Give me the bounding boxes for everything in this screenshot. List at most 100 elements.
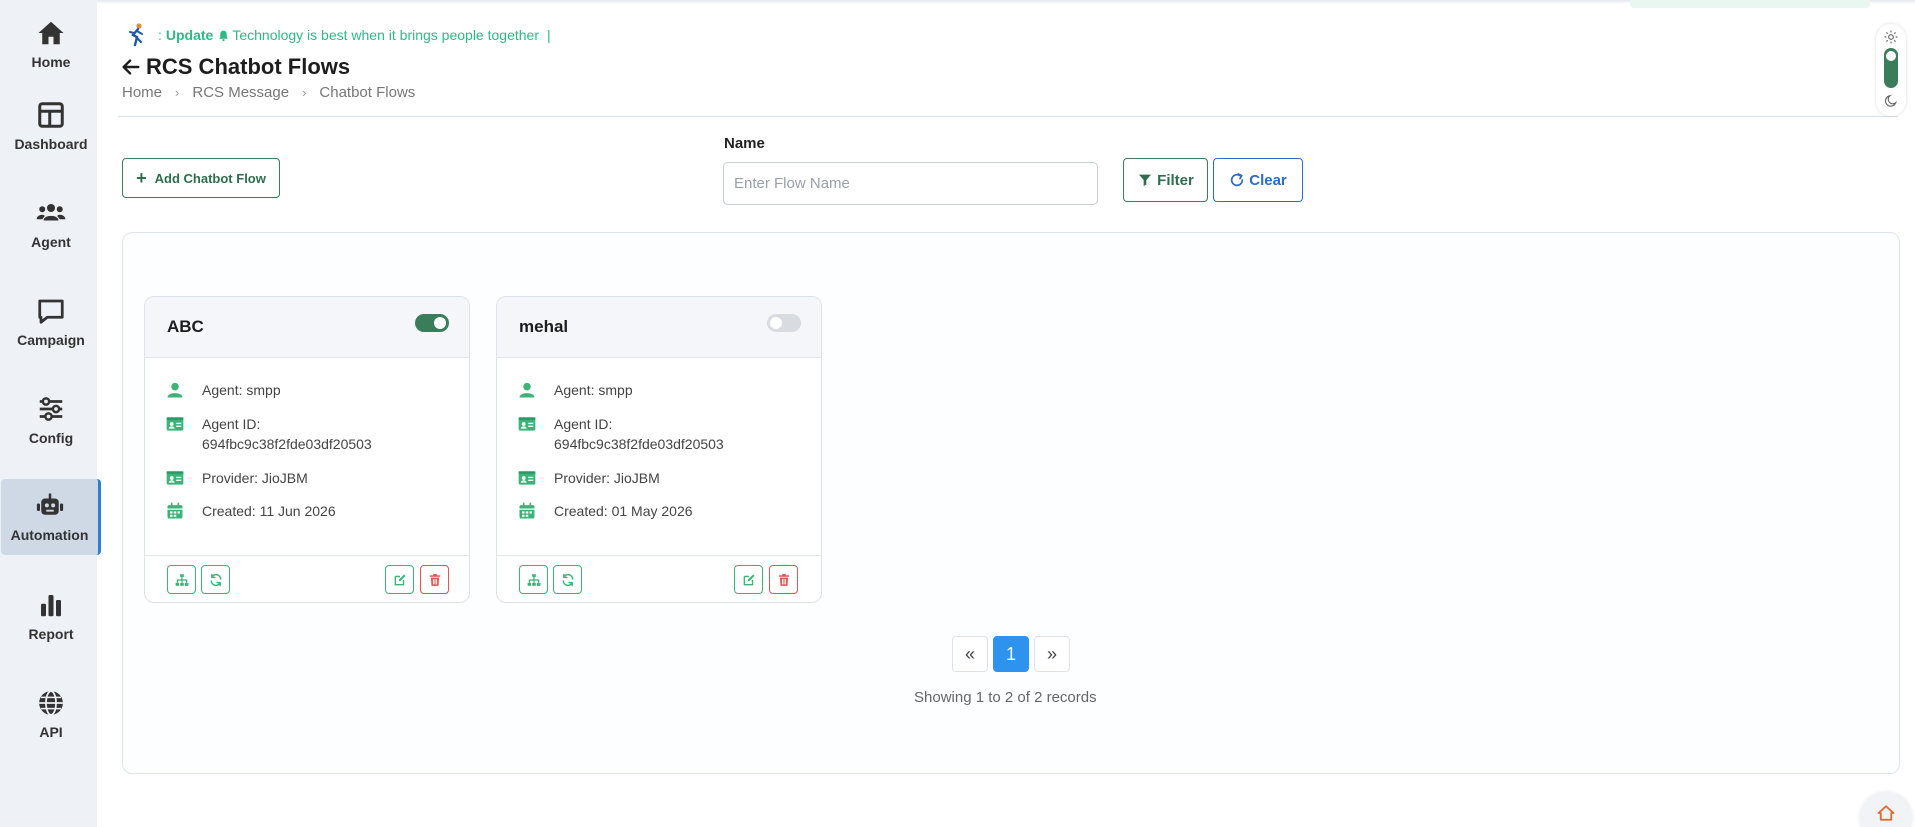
- records-summary: Showing 1 to 2 of 2 records: [914, 689, 1097, 706]
- globe-icon: [39, 690, 63, 716]
- theme-switch-knob: [1886, 51, 1896, 61]
- marquee-cursor: |: [546, 27, 551, 43]
- agent-name: Agent: smpp: [554, 382, 633, 398]
- breadcrumb: Home › RCS Message › Chatbot Flows: [122, 84, 415, 101]
- provider-value: Provider: JioJBM: [202, 470, 308, 486]
- breadcrumb-chatbot-flows: Chatbot Flows: [319, 84, 416, 101]
- agent-id-value: 694fbc9c38f2fde03df20503: [554, 436, 724, 452]
- sitemap-icon: [175, 573, 188, 586]
- announcement-marquee: : Update Technology is best when it brin…: [124, 20, 551, 50]
- calendar-icon: [519, 502, 535, 519]
- marquee-update-label: Update: [165, 27, 214, 43]
- user-icon: [167, 382, 183, 398]
- provider-row: Provider: JioJBM: [165, 468, 308, 488]
- sidebar-item-report[interactable]: Report: [1, 578, 101, 654]
- agent-id-value: 694fbc9c38f2fde03df20503: [202, 436, 372, 452]
- edit-icon: [743, 573, 755, 585]
- edit-button[interactable]: [734, 565, 763, 594]
- marquee-message: Technology is best when it brings people…: [232, 27, 539, 43]
- clear-button[interactable]: Clear: [1213, 158, 1303, 202]
- page-title: RCS Chatbot Flows: [120, 54, 350, 80]
- breadcrumb-separator: ›: [175, 85, 180, 100]
- filter-label: Filter: [1157, 171, 1194, 189]
- moon-icon: [1884, 94, 1897, 107]
- flow-card: ABC Agent: smpp Agent ID: 694fbc9c38f2fd…: [144, 296, 470, 603]
- edit-icon: [394, 573, 406, 585]
- flow-status-toggle[interactable]: [415, 314, 449, 332]
- clear-label: Clear: [1249, 171, 1287, 189]
- sitemap-icon: [527, 573, 540, 586]
- user-icon: [519, 382, 535, 398]
- flow-name-input[interactable]: [723, 162, 1098, 205]
- runner-icon: [129, 23, 143, 47]
- home-icon: [38, 21, 64, 45]
- flow-builder-button[interactable]: [519, 565, 548, 594]
- id-card-icon: [166, 471, 184, 485]
- edit-button[interactable]: [385, 565, 414, 594]
- add-chatbot-flow-button[interactable]: + Add Chatbot Flow: [122, 158, 280, 198]
- flow-card-header: ABC: [145, 297, 469, 358]
- sidebar-item-automation[interactable]: Automation: [1, 479, 101, 555]
- flow-card-title: mehal: [519, 317, 569, 336]
- sidebar-item-label: Home: [31, 54, 71, 70]
- notification-tab: [1630, 0, 1870, 8]
- back-arrow-icon[interactable]: [120, 56, 142, 78]
- home-fab-button[interactable]: [1860, 792, 1912, 827]
- home-icon: [1877, 805, 1895, 821]
- agent-id-label: Agent ID:: [202, 416, 261, 432]
- sidebar-item-campaign[interactable]: Campaign: [1, 284, 101, 360]
- sync-button[interactable]: [553, 565, 582, 594]
- trash-icon: [429, 573, 440, 586]
- delete-button[interactable]: [769, 565, 798, 594]
- theme-switch[interactable]: [1876, 24, 1906, 116]
- marquee-prefix: :: [158, 27, 162, 43]
- users-icon: [36, 204, 66, 221]
- created-date: Created: 11 Jun 2026: [202, 503, 336, 519]
- agent-id-row: Agent ID: 694fbc9c38f2fde03df20503: [517, 414, 724, 454]
- sidebar-item-config[interactable]: Config: [1, 382, 101, 458]
- delete-button[interactable]: [420, 565, 449, 594]
- sidebar-item-api[interactable]: API: [1, 676, 101, 752]
- sidebar-item-label: Campaign: [17, 332, 85, 348]
- page-title-text: RCS Chatbot Flows: [146, 54, 351, 79]
- sidebar-item-home[interactable]: Home: [1, 6, 101, 82]
- funnel-icon: [1139, 174, 1152, 186]
- breadcrumb-rcs-message[interactable]: RCS Message: [192, 84, 289, 101]
- card-footer-divider: [145, 555, 469, 556]
- pagination: « 1 »: [952, 636, 1075, 672]
- flow-status-toggle[interactable]: [767, 314, 801, 332]
- sync-icon: [210, 573, 221, 586]
- plus-icon: +: [136, 167, 147, 188]
- sidebar-item-label: Dashboard: [14, 136, 88, 152]
- created-row: Created: 11 Jun 2026: [165, 501, 336, 521]
- name-filter-label: Name: [724, 135, 765, 152]
- flow-builder-button[interactable]: [167, 565, 196, 594]
- refresh-icon: [1231, 173, 1244, 187]
- agent-id-label: Agent ID:: [554, 416, 613, 432]
- provider-row: Provider: JioJBM: [517, 468, 660, 488]
- agent-name: Agent: smpp: [202, 382, 281, 398]
- flow-card-header: mehal: [497, 297, 821, 358]
- sync-icon: [562, 573, 573, 586]
- provider-value: Provider: JioJBM: [554, 470, 660, 486]
- breadcrumb-home[interactable]: Home: [122, 84, 162, 101]
- sidebar-item-label: Automation: [10, 527, 89, 543]
- pagination-page-1[interactable]: 1: [993, 636, 1029, 672]
- sidebar: Home Dashboard Agent Campaign Config Aut…: [0, 0, 101, 827]
- sliders-icon: [39, 397, 63, 421]
- sidebar-item-label: Report: [28, 626, 74, 642]
- sidebar-item-dashboard[interactable]: Dashboard: [1, 88, 101, 164]
- chat-icon: [38, 299, 64, 324]
- trash-icon: [778, 573, 789, 586]
- pagination-next-button[interactable]: »: [1034, 636, 1070, 672]
- pagination-prev-button[interactable]: «: [952, 636, 988, 672]
- sync-button[interactable]: [201, 565, 230, 594]
- agent-row: Agent: smpp: [165, 380, 281, 400]
- filter-button[interactable]: Filter: [1123, 158, 1208, 202]
- id-card-icon: [518, 471, 536, 485]
- sun-icon: [1884, 30, 1898, 44]
- sidebar-item-agent[interactable]: Agent: [1, 186, 101, 262]
- flow-card-title: ABC: [167, 317, 204, 336]
- sidebar-item-label: API: [39, 724, 63, 740]
- bar-chart-icon: [41, 595, 61, 617]
